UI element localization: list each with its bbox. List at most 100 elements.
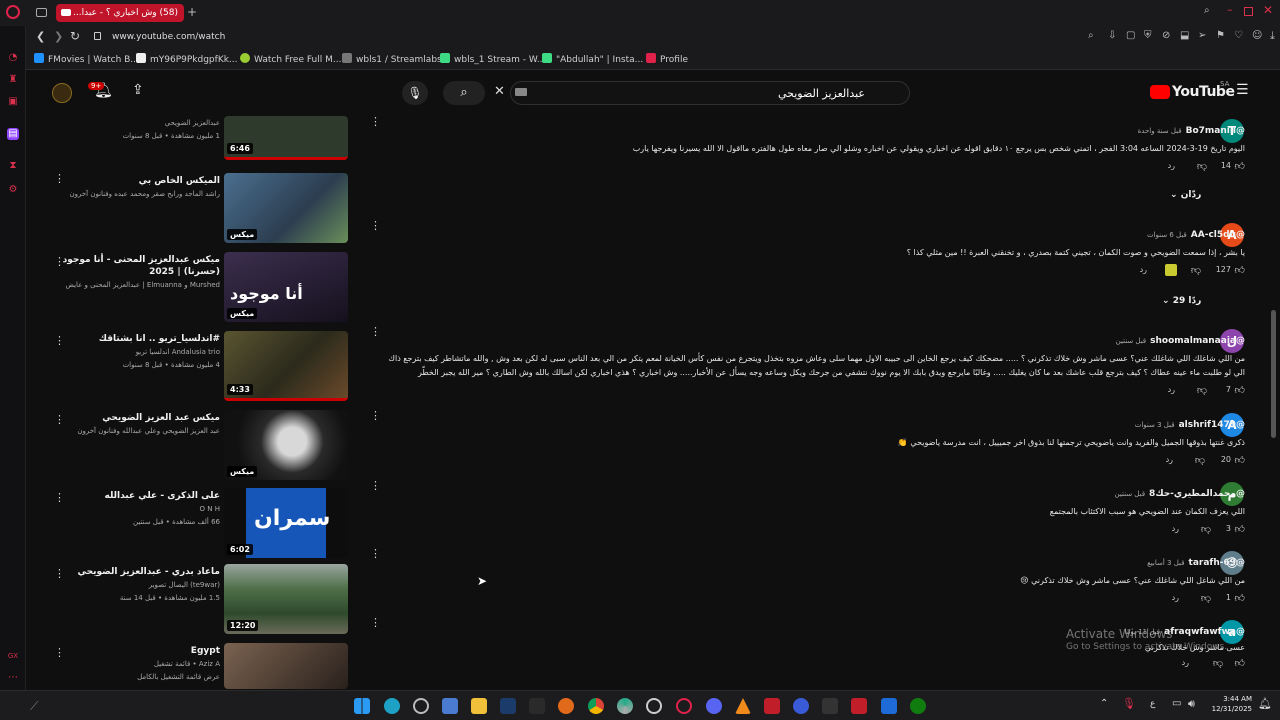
close-window-button[interactable]: ✕ [1263,3,1273,17]
bookmark-fmovies[interactable]: FMovies | Watch B... [34,53,139,65]
reply-button[interactable]: رد [1140,265,1147,274]
microphone-tray-icon[interactable]: 🎙︎ [1122,697,1136,710]
replies-toggle[interactable]: ⌄ 29 ردًا [1162,296,1201,306]
extensions-icon[interactable]: ⇩ [1108,30,1116,41]
app-arabic-icon[interactable] [822,698,838,714]
cast-icon[interactable]: ⬓ [1180,30,1189,41]
send-icon[interactable]: ➢ [1198,30,1206,41]
video-menu-icon[interactable]: ⋮ [54,335,65,346]
related-video[interactable]: سمران 6:02 على الذكرى - علي عبدالله O N … [50,488,350,560]
xbox-icon[interactable] [910,698,926,714]
store-icon[interactable] [442,698,458,714]
search-button[interactable]: ⌕ [443,81,485,105]
dislike-icon[interactable]: 👎︎ [1195,454,1205,466]
like-icon[interactable]: 👍︎ [1235,160,1245,172]
comment-author[interactable]: @AA-cl5du [1191,230,1245,240]
playlist-thumbnail[interactable] [224,643,348,689]
more-icon[interactable]: ⋯ [7,672,19,684]
adblock-icon[interactable]: ⊘ [1162,30,1170,41]
like-icon[interactable]: 👍︎ [1235,384,1245,396]
minimize-button[interactable]: – [1227,3,1233,16]
comment-author[interactable]: @alshrif1479 [1179,420,1245,430]
reply-button[interactable]: رد [1168,161,1175,170]
clock[interactable]: 3:44 AM 12/31/2025 [1208,694,1252,714]
steam-icon[interactable] [500,698,516,714]
comment-author[interactable]: @shoomalmanaaia [1150,336,1245,346]
comment-time[interactable]: قبل 3 سنوات [1135,421,1175,429]
reply-button[interactable]: رد [1172,593,1179,602]
workspace-icon[interactable] [36,8,47,17]
video-menu-icon[interactable]: ⋮ [54,173,65,184]
notification-center-icon[interactable]: 🔔︎ [1258,697,1272,710]
video-title[interactable]: الميكس الخاص بي [55,175,220,187]
epic-games-icon[interactable] [529,698,545,714]
gx-corner-icon[interactable]: ♜ [7,74,19,86]
video-title[interactable]: ميكس عبد العزيز الضويحي [55,412,220,424]
heart-icon[interactable]: ♡ [1234,30,1243,41]
video-menu-icon[interactable]: ⋮ [54,414,65,425]
comment-time[interactable]: قبل سنتين [1115,490,1146,498]
maximize-button[interactable] [1244,7,1253,16]
related-video[interactable]: 6:46 عبدالعزيز الضويحي 1 مليون مشاهدة • … [50,116,350,160]
comment-author[interactable]: @tarafh-69 [1189,558,1245,568]
reply-button[interactable]: رد [1172,524,1179,533]
edge-icon[interactable] [384,698,400,714]
discord-icon[interactable] [706,698,722,714]
video-thumbnail[interactable]: ميكس [224,173,348,243]
related-video[interactable]: 4:33 #اندلسيا_تريو .. انا بشتاقك Andalus… [50,331,350,403]
video-thumbnail[interactable]: سمران 6:02 [224,488,348,558]
network-icon[interactable]: ▭ [1172,698,1181,709]
account-avatar[interactable] [52,83,72,103]
snapshot-icon[interactable]: ▢ [1126,30,1135,41]
speed-dial-icon[interactable]: ◔ [7,52,19,64]
video-title[interactable]: ماعاد بدري - عبدالعزيز الضويحي [55,566,220,578]
comment-time[interactable]: قبل 6 سنوات [1147,231,1187,239]
video-channel[interactable]: عبدالعزيز الضويحي [55,118,220,129]
voice-search-icon[interactable]: 🎙︎ [402,81,428,105]
video-menu-icon[interactable]: ⋮ [54,492,65,503]
dislike-icon[interactable]: 👎︎ [1213,657,1223,669]
replies-toggle[interactable]: ⌄ ردّان [1170,190,1201,200]
reload-icon[interactable]: ↻ [70,29,80,43]
app-red-icon[interactable] [764,698,780,714]
like-icon[interactable]: 👍︎ [1235,454,1245,466]
dislike-icon[interactable]: 👎︎ [1191,264,1201,276]
gx-control-icon[interactable]: GX [7,650,19,662]
volume-icon[interactable]: 🔊︎ [1188,697,1195,711]
clear-search-icon[interactable]: ✕ [494,84,505,99]
dislike-icon[interactable]: 👎︎ [1201,592,1211,604]
start-button-icon[interactable] [354,698,370,714]
settings-icon[interactable]: ⚙ [7,184,19,196]
dislike-icon[interactable]: 👎︎ [1197,384,1207,396]
reply-button[interactable]: رد [1182,658,1189,667]
tab-active[interactable]: (58) وش اخباري ؟ - عبدا... [56,4,184,22]
video-menu-icon[interactable]: ⋮ [54,647,65,658]
messenger-icon[interactable]: ▣ [7,96,19,108]
bookmark-4[interactable]: wbls1 / Streamlabs [342,53,442,65]
bookmark-7[interactable]: Profile [646,53,688,65]
dislike-icon[interactable]: 👎︎ [1197,160,1207,172]
upload-icon[interactable]: ⇪ [132,82,144,98]
comment-time[interactable]: قبل سنتين [1116,337,1147,345]
like-icon[interactable]: 👍︎ [1235,592,1245,604]
search-tabs-icon[interactable]: ⌕ [1204,5,1210,16]
video-menu-icon[interactable]: ⋮ [54,568,65,579]
related-video[interactable]: 12:20 ماعاد بدري - عبدالعزيز الضويحي (te… [50,564,350,636]
search-input[interactable] [525,82,865,104]
like-icon[interactable]: 👍︎ [1235,657,1245,669]
like-icon[interactable]: 👍︎ [1235,264,1245,276]
bookmark-6[interactable]: "Abdullah" | Insta... [542,53,643,65]
video-title[interactable]: على الذكرى - علي عبدالله [55,490,220,502]
app-red-square-icon[interactable] [851,698,867,714]
address-field[interactable]: www.youtube.com/watch [112,32,225,42]
like-icon[interactable]: 👍︎ [1235,523,1245,535]
bookmark-2[interactable]: mY96P9Pkdgpf​Kk... [136,53,238,65]
related-video[interactable]: ميكس ميكس عبد العزيز الضويحي عبد العزيز … [50,410,350,482]
opera-gx-taskbar-icon[interactable] [676,698,692,714]
back-icon[interactable]: ❮ [36,30,45,43]
bookmark-3[interactable]: Watch Free Full M... [240,53,341,65]
video-thumbnail[interactable]: 6:46 [224,116,348,160]
vpn-icon[interactable]: ⛨ [1144,30,1152,41]
forward-icon[interactable]: ❯ [54,30,63,43]
keyboard-icon[interactable] [515,88,527,96]
